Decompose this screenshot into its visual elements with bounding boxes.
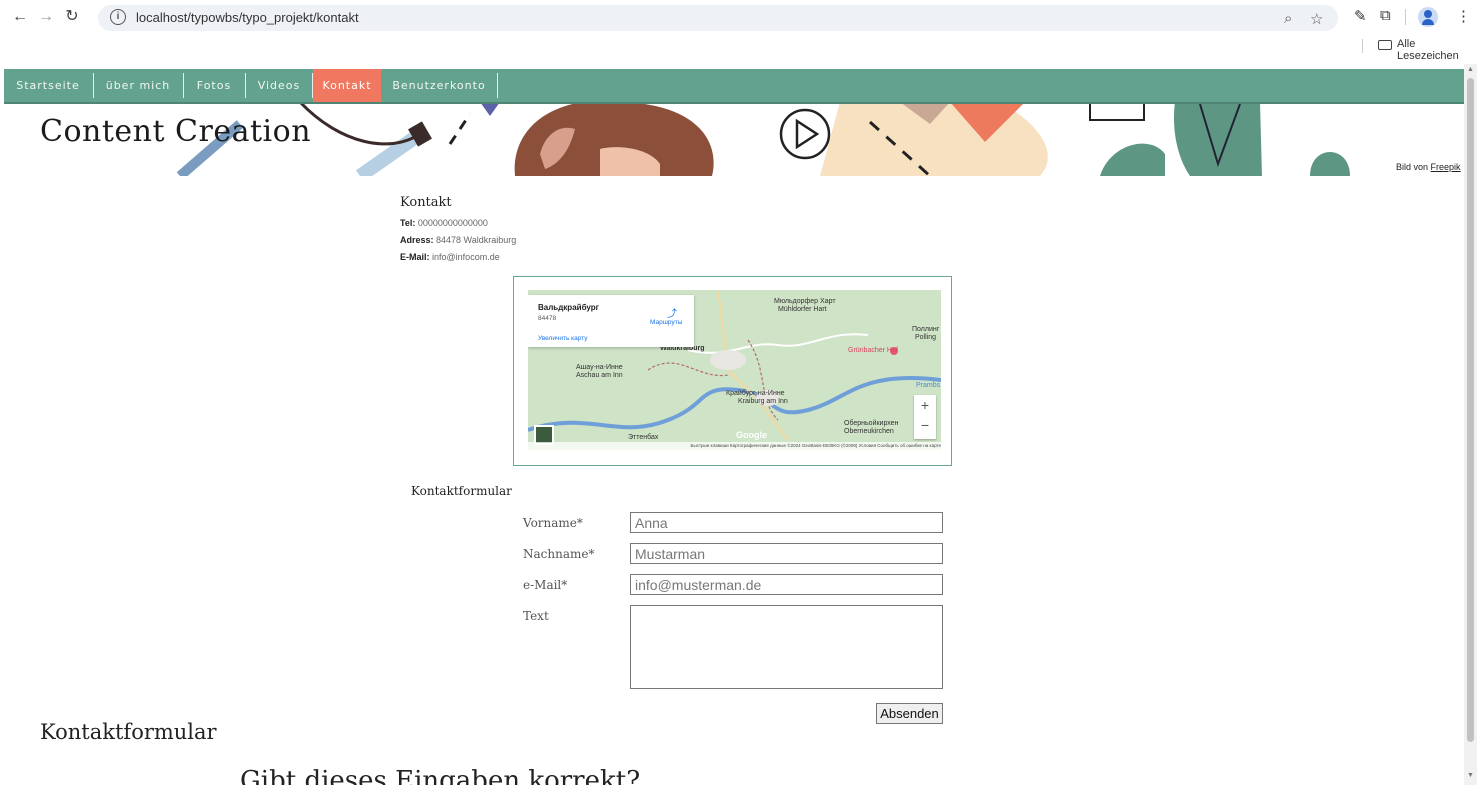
address-bar[interactable]: i localhost/typowbs/typo_projekt/kontakt… <box>98 5 1338 31</box>
map-attribution: Быстрые клавиши Картографические данные … <box>528 442 941 450</box>
map-label: Aschau am Inn <box>576 372 623 379</box>
menu-item-benutzerkonto[interactable]: Benutzerkonto <box>382 69 496 102</box>
site-info-icon[interactable]: i <box>110 9 126 25</box>
directions-icon[interactable]: ⤴ <box>667 305 677 320</box>
enlarge-map-link[interactable]: Увеличить карту <box>538 335 588 342</box>
reload-icon[interactable]: ↻ <box>62 7 82 27</box>
map-label: Oberneukirchen <box>844 428 894 435</box>
email-input[interactable] <box>630 574 943 595</box>
map-label: Поллинг <box>912 326 940 333</box>
map-label: Prambs <box>916 382 941 389</box>
menu-item-fotos[interactable]: Fotos <box>184 69 244 102</box>
map-town <box>710 350 746 370</box>
address-url[interactable]: localhost/typowbs/typo_projekt/kontakt <box>136 10 359 25</box>
main-menu: Startseite über mich Fotos Videos Kontak… <box>4 69 1464 104</box>
google-map[interactable]: Мюльдорфер Харт Mühldorfer Hart Waldkrai… <box>528 290 941 450</box>
firstname-input[interactable] <box>630 512 943 533</box>
map-place-card: Вальдкрайбург 84478 Увеличить карту ⤴ Ма… <box>528 295 694 347</box>
map-place-zip: 84478 <box>538 315 557 322</box>
scrollbar-thumb[interactable] <box>1467 78 1474 742</box>
map-zoom-control: + − <box>914 395 936 439</box>
image-credit: Bild von Freepik <box>1396 162 1461 172</box>
scroll-down-icon[interactable]: ▼ <box>1467 772 1474 779</box>
zoom-icon[interactable]: ⌕ <box>1284 10 1292 27</box>
contact-email: E-Mail: info@infocom.de <box>400 252 500 262</box>
submit-button[interactable]: Absenden <box>876 703 943 724</box>
tel-value: 00000000000000 <box>417 218 488 228</box>
forward-icon[interactable]: → <box>36 7 56 27</box>
text-label: Text <box>523 609 549 623</box>
directions-link[interactable]: Маршруты <box>650 319 682 326</box>
map-frame: Мюльдорфер Харт Mühldorfer Hart Waldkrai… <box>513 276 952 466</box>
profile-avatar-icon[interactable] <box>1418 7 1438 27</box>
page-scrollbar[interactable]: ▲ ▼ <box>1464 64 1477 785</box>
bookmark-star-icon[interactable]: ☆ <box>1310 10 1323 28</box>
menu-item-ueber-mich[interactable]: über mich <box>94 69 182 102</box>
toolbar-divider <box>1405 9 1406 25</box>
contact-address: Adress: 84478 Waldkraiburg <box>400 235 516 245</box>
deco-leaf-1 <box>1100 143 1165 176</box>
browser-chrome: ← → ↻ i localhost/typowbs/typo_projekt/k… <box>0 0 1477 64</box>
extensions-puzzle-icon[interactable]: ⧉ <box>1380 7 1391 24</box>
map-label: Ашау-на-Инне <box>576 364 623 371</box>
scroll-up-icon[interactable]: ▲ <box>1467 66 1474 73</box>
menu-item-kontakt[interactable]: Kontakt <box>313 69 381 102</box>
deco-play-triangle <box>795 118 820 150</box>
zoom-in-button[interactable]: + <box>914 397 936 413</box>
map-label: Эттенбах <box>628 434 659 441</box>
lastname-input[interactable] <box>630 543 943 564</box>
email-label: E-Mail: <box>400 252 430 262</box>
footer-subheading: Gibt dieses Eingaben korrekt? <box>240 766 641 785</box>
map-place-name: Вальдкрайбург <box>538 303 599 312</box>
address-label: Adress: <box>400 235 434 245</box>
tel-label: Tel: <box>400 218 416 228</box>
form-heading: Kontaktformular <box>411 484 512 498</box>
contact-heading: Kontakt <box>400 195 452 210</box>
folder-icon[interactable] <box>1378 40 1392 50</box>
zoom-out-button[interactable]: − <box>914 417 936 433</box>
lastname-label: Nachname* <box>523 547 595 561</box>
email-value: info@infocom.de <box>432 252 500 262</box>
contact-tel: Tel: 00000000000000 <box>400 218 488 228</box>
email-label-form: e-Mail* <box>523 578 568 592</box>
map-label: Kraiburg am Inn <box>738 398 788 405</box>
map-label: Крайбург-на-Инне <box>726 390 785 397</box>
menu-separator <box>497 73 498 98</box>
hero-title: Content Creation <box>40 114 312 149</box>
all-bookmarks-link[interactable]: Alle Lesezeichen <box>1397 38 1477 62</box>
extension-pen-icon[interactable]: ✎ <box>1354 7 1367 25</box>
deco-dash <box>448 113 472 145</box>
address-value: 84478 Waldkraiburg <box>436 235 517 245</box>
map-label: Grünbacher Hof <box>848 347 898 354</box>
credit-prefix: Bild von <box>1396 162 1429 172</box>
deco-cable <box>298 100 421 146</box>
bookmarks-divider <box>1362 39 1363 53</box>
map-label: Polling <box>915 334 937 341</box>
firstname-label: Vorname* <box>523 516 583 530</box>
deco-leaf-3 <box>1310 152 1350 176</box>
hero-banner: Startseite über mich Fotos Videos Kontak… <box>0 64 1464 176</box>
browser-menu-icon[interactable]: ⋮ <box>1456 7 1471 25</box>
google-logo: Google <box>736 430 767 440</box>
page-viewport: Startseite über mich Fotos Videos Kontak… <box>0 64 1464 785</box>
menu-item-videos[interactable]: Videos <box>246 69 312 102</box>
message-textarea[interactable] <box>630 605 943 689</box>
deco-play-circle <box>779 108 831 160</box>
map-label: Mühldorfer Hart <box>778 306 827 313</box>
map-label: Оберньойкирхен <box>844 420 899 427</box>
menu-item-startseite[interactable]: Startseite <box>4 69 92 102</box>
freepik-link[interactable]: Freepik <box>1431 162 1461 172</box>
back-icon[interactable]: ← <box>10 7 30 27</box>
deco-triangle-blue <box>480 102 500 116</box>
footer-heading: Kontaktformular <box>40 720 217 744</box>
map-label: Мюльдорфер Харт <box>774 298 836 305</box>
